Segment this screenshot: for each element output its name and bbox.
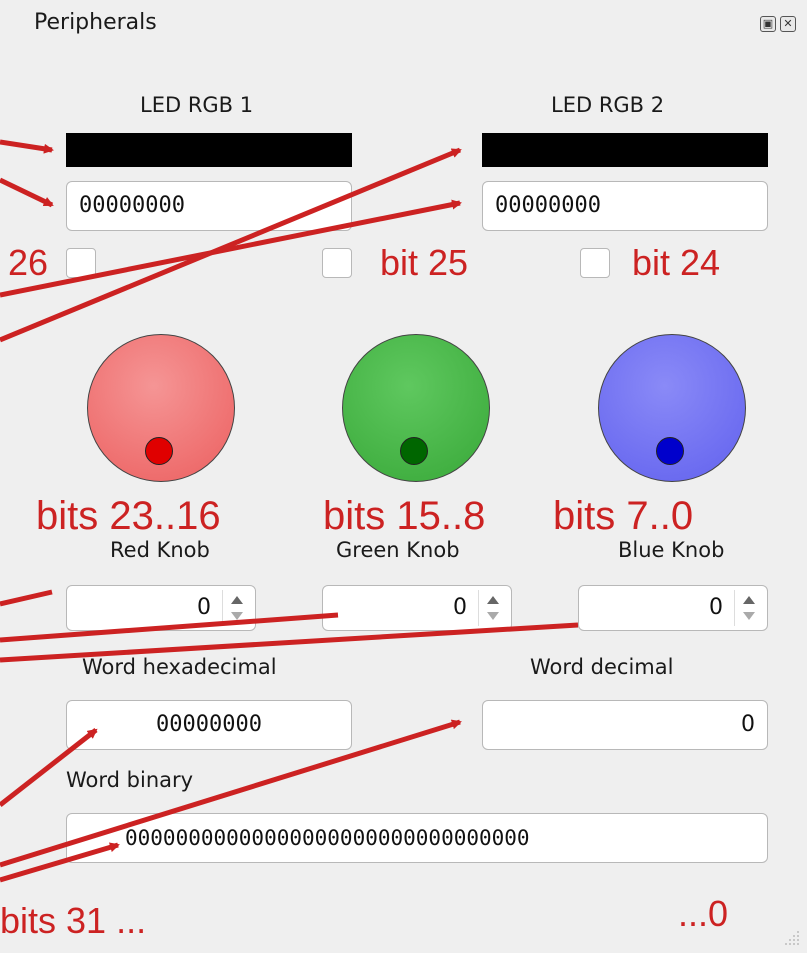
line-to-blue-spin: [0, 622, 579, 663]
arrow-to-dec-field: [0, 719, 462, 868]
arrow-to-led1: [0, 139, 54, 154]
arrow-to-led2-field: [0, 199, 462, 298]
arrow-to-led1-field: [0, 177, 54, 208]
line-to-green-spin: [0, 612, 339, 643]
annotation-arrows: [0, 139, 579, 883]
arrow-to-hex-field: [0, 728, 98, 807]
arrow-to-led2: [0, 147, 462, 343]
arrow-to-bin-field: [0, 842, 120, 883]
line-to-red-spin: [0, 589, 53, 607]
peripherals-panel: Peripherals ▣ ✕ LED RGB 1 00000000 LED R…: [0, 0, 807, 953]
